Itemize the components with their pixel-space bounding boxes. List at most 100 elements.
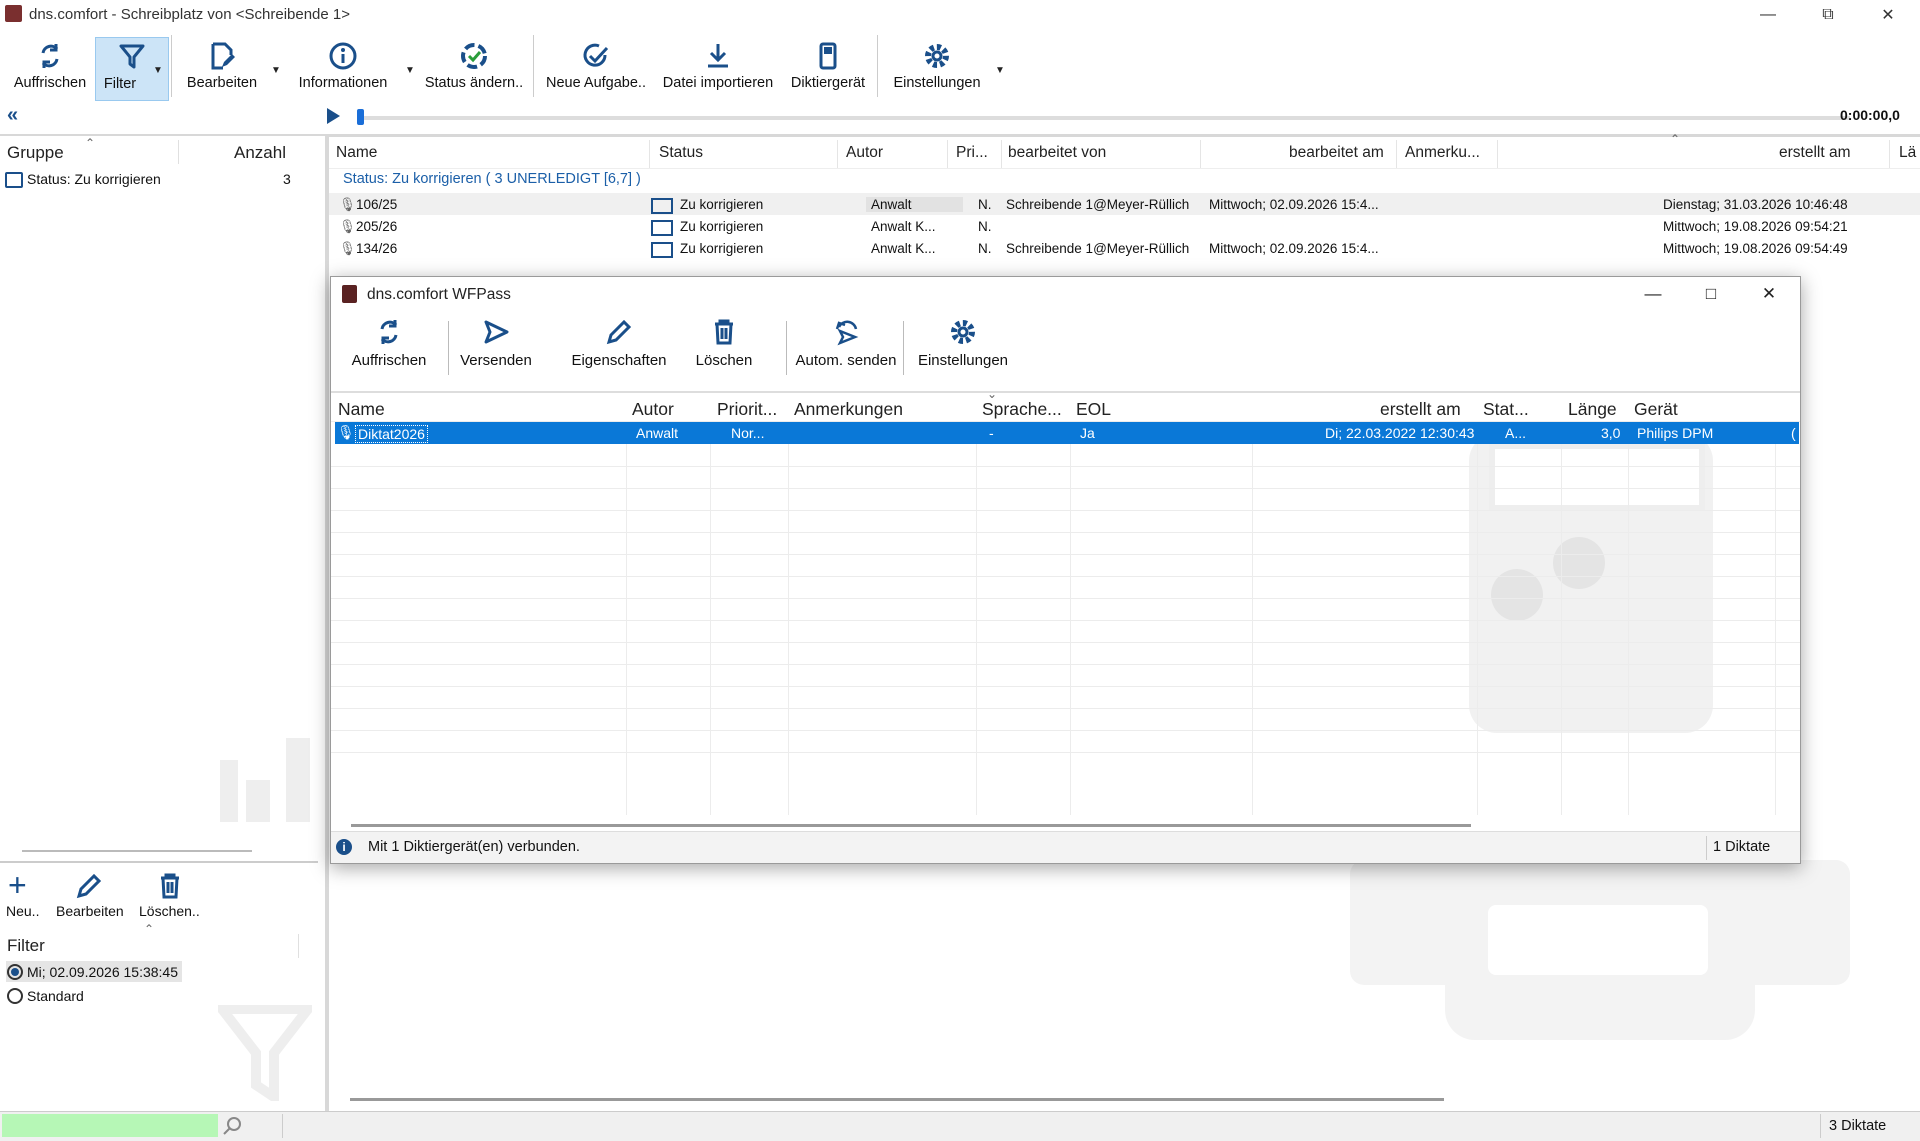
row-priority: N. — [978, 241, 992, 256]
play-icon[interactable] — [327, 108, 340, 124]
group-row-count: 3 — [283, 171, 291, 187]
sort-filter-icon[interactable]: ⌃ — [144, 922, 154, 936]
row-author: Anwalt K... — [871, 241, 936, 256]
row-status: Zu korrigieren — [680, 241, 764, 256]
col-count-header[interactable]: Anzahl — [234, 143, 286, 163]
dialog-send-button[interactable]: Versenden — [456, 317, 536, 383]
list-item[interactable]: 🎙 106/25 Zu korrigieren Anwalt N. Schrei… — [329, 193, 1920, 215]
edit-filter-button[interactable]: Bearbeiten — [56, 903, 124, 919]
download-icon — [708, 44, 728, 68]
filter-dropdown-icon[interactable]: ▼ — [153, 65, 163, 76]
dcol-notes[interactable]: Anmerkungen — [794, 399, 903, 420]
info-icon: i — [336, 839, 352, 855]
dcol-name[interactable]: Name — [338, 399, 385, 420]
dcol-length[interactable]: Länge — [1568, 399, 1617, 420]
list-group-header[interactable]: Status: Zu korrigieren ( 3 UNERLEDIGT [6… — [343, 171, 641, 187]
row-created-at: Mittwoch; 19.08.2026 09:54:49 — [1663, 241, 1848, 256]
dialog-auto-send-button[interactable]: Autom. senden — [791, 317, 901, 383]
collapse-panel-icon[interactable]: « — [7, 104, 18, 127]
row-status: Zu korrigieren — [680, 197, 764, 212]
sort-asc-icon[interactable]: ⌃ — [85, 136, 95, 150]
dialog-hscroll[interactable] — [351, 824, 1471, 827]
dialog-close-button[interactable]: ✕ — [1740, 277, 1798, 311]
dcol-device[interactable]: Gerät — [1634, 399, 1678, 420]
col-priority[interactable]: Pri... — [956, 144, 988, 162]
dialog-statusbar: i Mit 1 Diktiergerät(en) verbunden. 1 Di… — [331, 831, 1800, 863]
info-icon — [329, 42, 357, 70]
refresh-button[interactable]: Auffrischen — [8, 37, 92, 99]
col-name[interactable]: Name — [336, 144, 377, 162]
group-status-icon — [5, 172, 23, 188]
dcol-status[interactable]: Stat... — [1483, 399, 1529, 420]
seek-thumb[interactable] — [357, 109, 364, 125]
filter-option-standard[interactable]: Standard — [27, 988, 84, 1004]
list-item[interactable]: 🎙 205/26 Zu korrigieren Anwalt K... N. M… — [329, 215, 1920, 237]
list-item[interactable]: 🎙 134/26 Zu korrigieren Anwalt K... N. S… — [329, 237, 1920, 259]
close-button[interactable]: ✕ — [1860, 0, 1916, 29]
filter-radio-selected[interactable] — [7, 964, 23, 980]
seek-bar[interactable] — [360, 116, 1850, 120]
minimize-button[interactable]: — — [1740, 0, 1796, 29]
info-label: Informationen — [298, 75, 388, 91]
new-task-button[interactable]: Neue Aufgabe.. — [541, 37, 651, 99]
col-edited-by[interactable]: bearbeitet von — [1008, 144, 1106, 162]
add-icon[interactable]: + — [8, 869, 27, 901]
refresh-icon — [380, 320, 398, 344]
dialog-minimize-button[interactable]: — — [1624, 277, 1682, 311]
new-button[interactable]: Neu.. — [6, 903, 39, 919]
col-status[interactable]: Status — [659, 144, 703, 162]
import-file-button[interactable]: Datei importieren — [658, 37, 778, 99]
dialog-refresh-button[interactable]: Auffrischen — [349, 317, 429, 383]
main-hscroll[interactable] — [350, 1098, 1444, 1101]
col-length[interactable]: Lä — [1899, 144, 1916, 162]
filter-option-date[interactable]: Mi; 02.09.2026 15:38:45 — [27, 964, 178, 980]
dialog-send-label: Versenden — [460, 352, 532, 369]
delete-filter-button[interactable]: Löschen.. — [139, 903, 200, 919]
drow-priority: Nor... — [731, 425, 765, 441]
edit-dropdown-icon[interactable]: ▼ — [271, 65, 281, 76]
col-group-header[interactable]: Gruppe — [7, 143, 64, 163]
row-name: 134/26 — [356, 241, 398, 256]
dictation-device-button[interactable]: Diktiergerät — [785, 37, 871, 99]
group-row-label[interactable]: Status: Zu korrigieren — [27, 171, 161, 187]
info-dropdown-icon[interactable]: ▼ — [405, 65, 415, 76]
search-icon[interactable] — [222, 1115, 244, 1137]
status-change-button[interactable]: Status ändern.. — [422, 37, 526, 99]
pencil-icon[interactable] — [74, 871, 104, 901]
mic-icon: 🎙 — [337, 424, 355, 440]
dialog-maximize-button[interactable]: □ — [1682, 277, 1740, 311]
col-edited-at[interactable]: bearbeitet am — [1289, 144, 1384, 162]
app-logo-icon — [5, 5, 22, 22]
dcol-created-at[interactable]: erstellt am — [1380, 399, 1461, 420]
col-author[interactable]: Autor — [846, 144, 883, 162]
send-icon — [484, 320, 509, 344]
col-created-at[interactable]: erstellt am — [1779, 144, 1851, 162]
dialog-table-row[interactable]: 🎙 Diktat2026 Anwalt Nor... - Ja Di; 22.0… — [335, 422, 1799, 444]
row-status: Zu korrigieren — [680, 219, 764, 234]
status-change-icon — [461, 43, 487, 69]
dcol-language[interactable]: Sprache... — [982, 399, 1062, 420]
panel-splitter[interactable] — [22, 850, 252, 852]
drow-device: Philips DPM — [1637, 425, 1714, 441]
col-notes[interactable]: Anmerku... — [1405, 144, 1480, 162]
row-name: 205/26 — [356, 219, 398, 234]
status-icon — [651, 242, 673, 258]
dialog-delete-button[interactable]: Löschen — [689, 317, 759, 383]
trash-icon[interactable] — [155, 871, 185, 901]
dialog-properties-button[interactable]: Eigenschaften — [569, 317, 669, 383]
dcol-author[interactable]: Autor — [632, 399, 674, 420]
edit-button[interactable]: Bearbeiten — [182, 37, 262, 99]
dcol-priority[interactable]: Priorit... — [717, 399, 777, 420]
sort-created-icon[interactable]: ⌃ — [1670, 132, 1680, 146]
chart-watermark-icon — [220, 760, 238, 822]
dcol-eol[interactable]: EOL — [1076, 399, 1111, 420]
dialog-settings-button[interactable]: Einstellungen — [911, 317, 1015, 383]
drow-author: Anwalt — [636, 425, 679, 441]
filter-radio-standard[interactable] — [7, 988, 23, 1004]
settings-button[interactable]: Einstellungen — [885, 37, 989, 99]
gear-icon — [925, 44, 949, 68]
restore-button[interactable]: ⧉ — [1800, 0, 1856, 29]
dictation-device-label: Diktiergerät — [790, 75, 866, 91]
settings-dropdown-icon[interactable]: ▼ — [995, 65, 1005, 76]
info-button[interactable]: Informationen — [293, 37, 393, 99]
